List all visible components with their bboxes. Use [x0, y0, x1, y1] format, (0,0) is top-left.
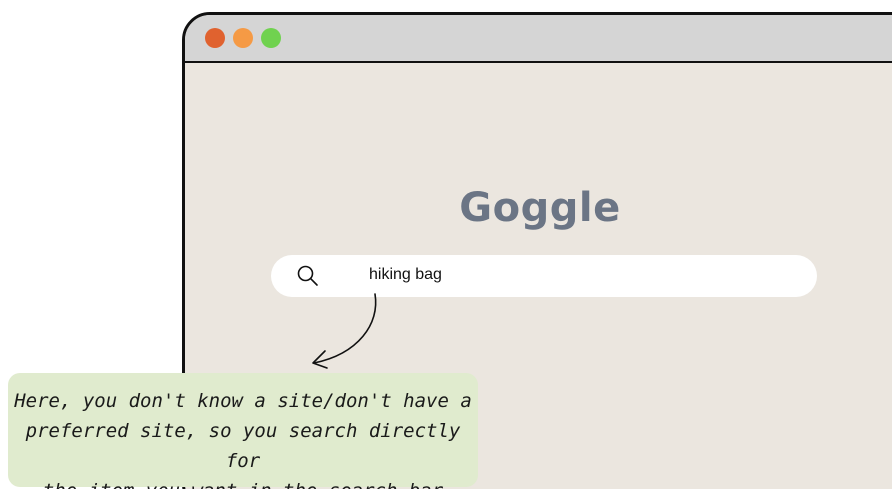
search-bar[interactable]: hiking bag	[271, 255, 817, 297]
screenshot-canvas: Goggle hiking bag Here, you don't know a…	[0, 0, 892, 489]
maximize-window-button[interactable]	[261, 28, 281, 48]
search-engine-logo: Goggle	[459, 185, 621, 231]
title-bar	[185, 15, 892, 63]
annotation-callout: Here, you don't know a site/don't have a…	[8, 373, 478, 489]
minimize-window-button[interactable]	[233, 28, 253, 48]
search-icon[interactable]	[295, 263, 321, 289]
search-input[interactable]: hiking bag	[369, 266, 442, 284]
callout-line: the item you want in the search bar	[14, 476, 472, 489]
callout-line: preferred site, so you search directly f…	[25, 420, 461, 472]
callout-line: Here, you don't know a site/don't have a	[14, 390, 472, 412]
curved-arrow-icon	[312, 293, 377, 369]
close-window-button[interactable]	[205, 28, 225, 48]
